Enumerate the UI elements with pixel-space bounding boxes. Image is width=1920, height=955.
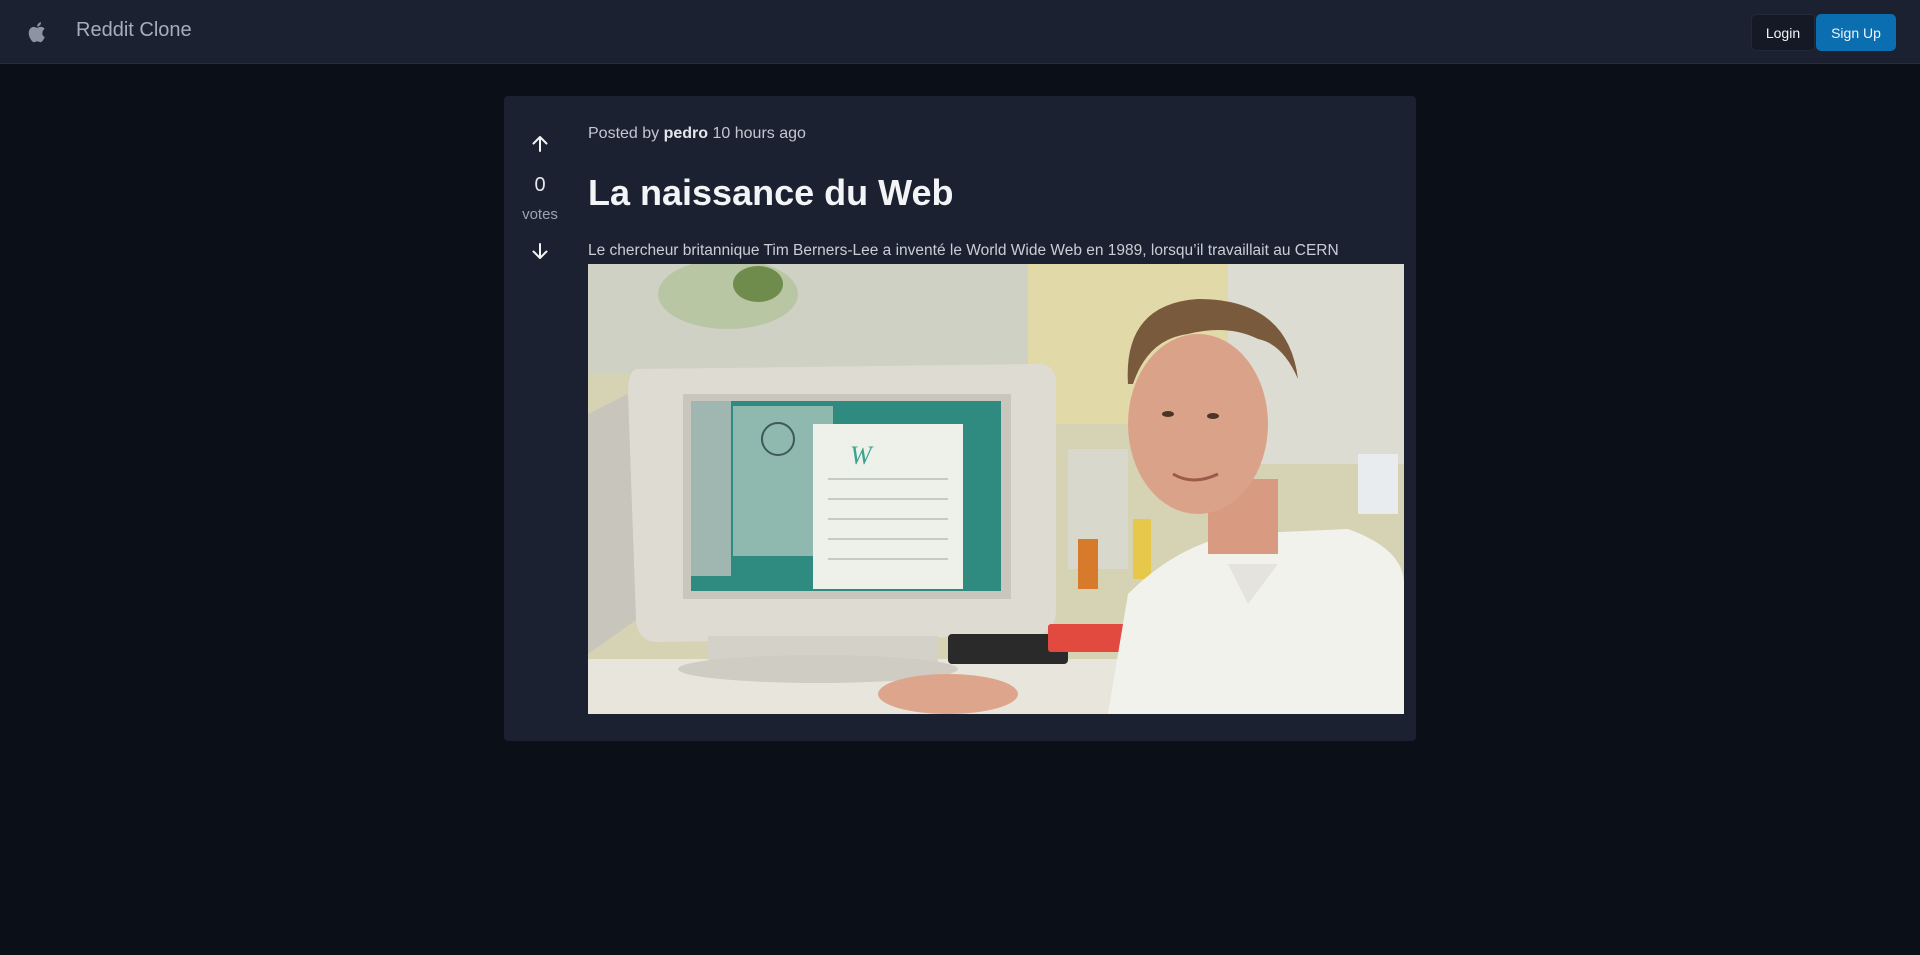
- posted-by-prefix: Posted by: [588, 125, 660, 142]
- brand-title[interactable]: Reddit Clone: [76, 19, 192, 42]
- signup-button[interactable]: Sign Up: [1816, 14, 1896, 51]
- post-author[interactable]: pedro: [664, 125, 708, 142]
- vote-column: 0 votes: [504, 96, 576, 259]
- post-title[interactable]: La naissance du Web: [588, 172, 953, 214]
- post-meta: Posted by pedro 10 hours ago: [588, 125, 806, 143]
- vote-count: 0: [534, 174, 546, 196]
- upvote-arrow-icon[interactable]: [528, 132, 552, 156]
- post-card: 0 votes Posted by pedro 10 hours ago La …: [504, 96, 1416, 741]
- apple-icon[interactable]: [26, 20, 46, 44]
- login-button[interactable]: Login: [1751, 14, 1815, 51]
- votes-label: votes: [522, 206, 558, 223]
- post-image[interactable]: W: [588, 264, 1404, 714]
- downvote-arrow-icon[interactable]: [528, 239, 552, 263]
- post-time: 10 hours ago: [712, 125, 806, 142]
- photo-of-man-at-computer-icon: W: [588, 264, 1404, 714]
- navbar: Reddit Clone Login Sign Up: [0, 0, 1920, 64]
- svg-text:W: W: [850, 441, 874, 470]
- post-body: Le chercheur britannique Tim Berners-Lee…: [588, 242, 1339, 259]
